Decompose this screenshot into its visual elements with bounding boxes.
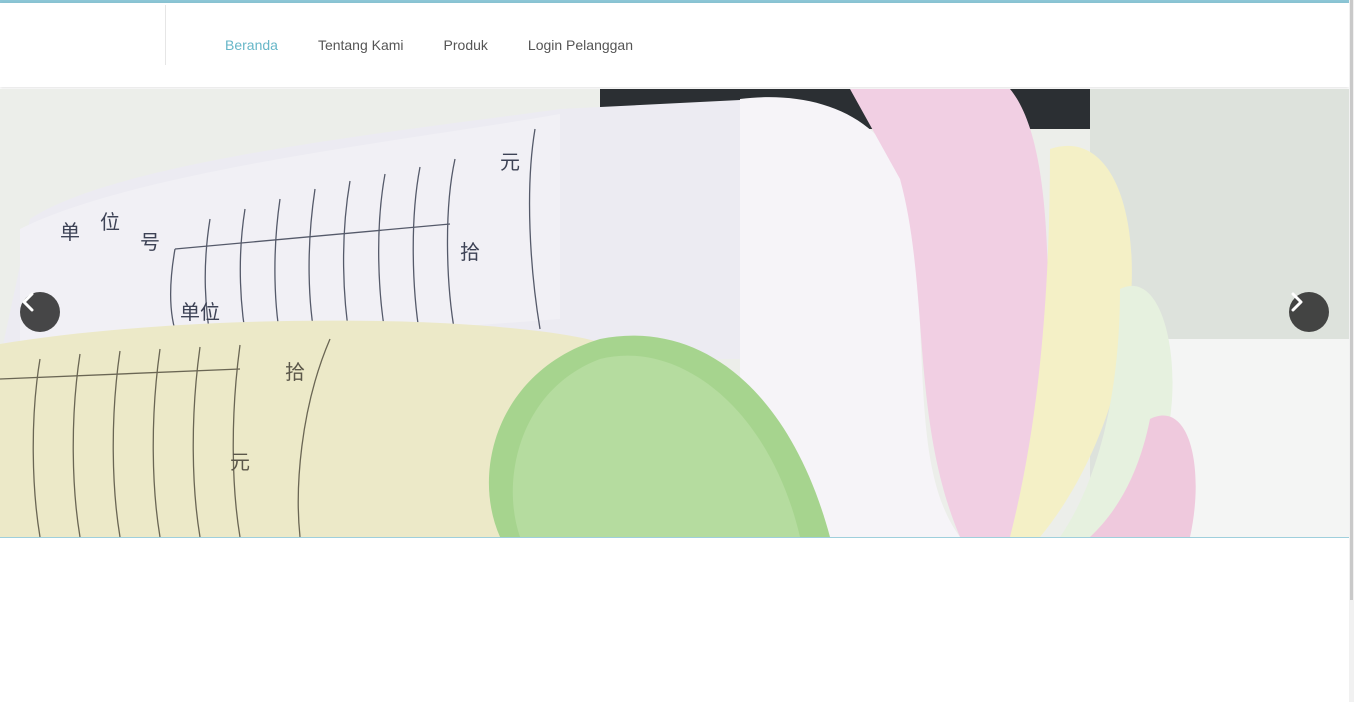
svg-text:拾: 拾 — [460, 240, 480, 264]
slide-image: 单位 号单位 拾元 拾元 — [0, 89, 1349, 537]
chevron-left-icon — [22, 292, 34, 312]
nav-item-beranda[interactable]: Beranda — [225, 37, 278, 53]
navbar: Beranda Tentang Kami Produk Login Pelang… — [0, 3, 1349, 87]
svg-text:单位: 单位 — [180, 300, 220, 324]
slider-bottom-line — [0, 537, 1349, 538]
svg-text:元: 元 — [230, 450, 250, 474]
svg-text:号: 号 — [140, 230, 160, 254]
slider-prev-button[interactable] — [20, 292, 60, 332]
svg-text:拾: 拾 — [285, 360, 305, 384]
chevron-right-icon — [1291, 292, 1303, 312]
svg-text:元: 元 — [500, 150, 520, 174]
nav-item-login-pelanggan[interactable]: Login Pelanggan — [528, 37, 633, 53]
nav-item-produk[interactable]: Produk — [444, 37, 488, 53]
svg-text:单: 单 — [60, 220, 80, 244]
main-nav: Beranda Tentang Kami Produk Login Pelang… — [225, 37, 673, 53]
brand-divider — [165, 5, 166, 65]
hero-slider: 单位 号单位 拾元 拾元 — [0, 89, 1349, 537]
nav-item-tentang-kami[interactable]: Tentang Kami — [318, 37, 404, 53]
svg-text:位: 位 — [100, 210, 120, 234]
scrollbar-thumb[interactable] — [1350, 0, 1353, 600]
slider-next-button[interactable] — [1289, 292, 1329, 332]
